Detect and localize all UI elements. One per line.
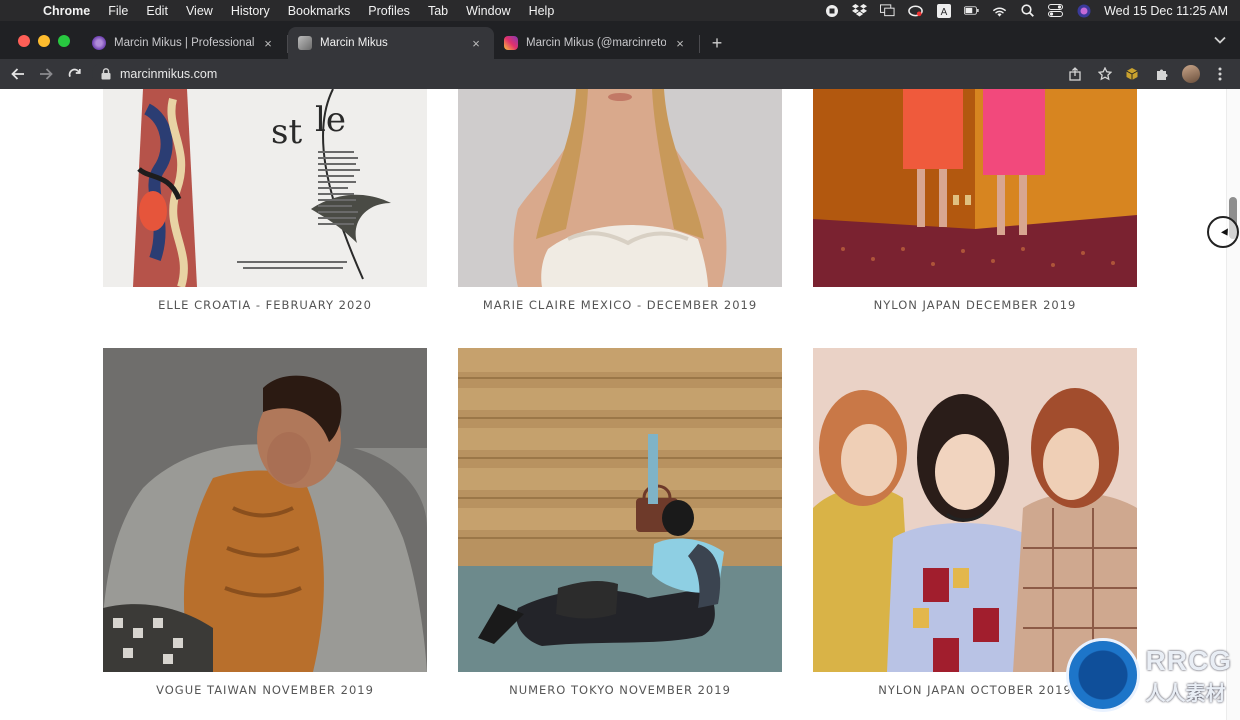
close-tab-icon[interactable]: × [672, 36, 688, 51]
omnibox-actions [1066, 64, 1114, 84]
gallery-caption[interactable]: MARIE CLAIRE MEXICO - DECEMBER 2019 [458, 298, 782, 312]
menu-tab[interactable]: Tab [419, 4, 457, 18]
close-window-button[interactable] [18, 35, 30, 47]
siri-icon[interactable] [1076, 3, 1091, 18]
menu-edit[interactable]: Edit [137, 4, 177, 18]
tab-title: Marcin Mikus (@marcinretouc [526, 37, 666, 49]
gallery-caption[interactable]: VOGUE TAIWAN NOVEMBER 2019 [103, 683, 427, 697]
vertical-scrollbar[interactable] [1226, 89, 1240, 720]
magazine-photo[interactable] [103, 348, 427, 672]
menu-app-name[interactable]: Chrome [34, 4, 99, 18]
record-icon[interactable] [824, 3, 839, 18]
gallery-item-nylon-japan-october[interactable]: NYLON JAPAN OCTOBER 2019 [813, 348, 1137, 697]
gallery-item-nylon-japan-december[interactable]: NYLON JAPAN DECEMBER 2019 [813, 89, 1137, 312]
magazine-photo[interactable] [813, 89, 1137, 287]
new-tab-button[interactable]: + [707, 33, 727, 53]
close-tab-icon[interactable]: × [468, 36, 484, 51]
menu-profiles[interactable]: Profiles [359, 4, 419, 18]
gallery-caption[interactable]: ELLE CROATIA - FEBRUARY 2020 [103, 298, 427, 312]
watermark-line2: 人人素材 [1145, 682, 1226, 705]
menu-history[interactable]: History [222, 4, 279, 18]
menubar-clock[interactable]: Wed 15 Dec 11:25 AM [1104, 4, 1228, 18]
control-center-icon[interactable] [1048, 3, 1064, 18]
site-favicon-icon [92, 36, 106, 50]
watermark-text: RRCG 人人素材 [1146, 645, 1232, 706]
minimize-window-button[interactable] [38, 35, 50, 47]
svg-text:A: A [940, 7, 947, 18]
gallery-item-numero-tokyo[interactable]: NUMERO TOKYO NOVEMBER 2019 [458, 348, 782, 697]
menu-view[interactable]: View [177, 4, 222, 18]
watermark-line1: RRCG [1145, 644, 1232, 676]
svg-text:le: le [315, 100, 346, 140]
window-controls [18, 35, 70, 47]
tab-divider [699, 35, 700, 53]
menu-file[interactable]: File [99, 4, 137, 18]
creative-cloud-icon[interactable] [908, 3, 923, 18]
forward-arrow-icon[interactable] [32, 61, 60, 87]
screen-mirror-icon[interactable] [880, 3, 895, 18]
address-bar[interactable]: marcinmikus.com [92, 61, 1122, 87]
menu-window[interactable]: Window [457, 4, 519, 18]
magazine-photo[interactable] [813, 348, 1137, 672]
tab-title: Marcin Mikus | Professional Re [114, 37, 254, 49]
macos-menu-bar: Chrome File Edit View History Bookmarks … [0, 0, 1240, 21]
share-icon[interactable] [1066, 64, 1084, 84]
gallery-caption[interactable]: NYLON JAPAN DECEMBER 2019 [813, 298, 1137, 312]
status-area: A Wed 15 Dec 11:25 AM [824, 0, 1228, 21]
instagram-icon [504, 36, 518, 50]
tab-marcin-mikus[interactable]: Marcin Mikus × [288, 27, 494, 59]
gallery-item-marie-claire-mexico[interactable]: MARIE CLAIRE MEXICO - DECEMBER 2019 [458, 89, 782, 312]
menu-bookmarks[interactable]: Bookmarks [279, 4, 360, 18]
zoom-window-button[interactable] [58, 35, 70, 47]
chrome-menu-icon[interactable] [1210, 63, 1230, 85]
url-text[interactable]: marcinmikus.com [120, 67, 217, 81]
extensions-puzzle-icon[interactable] [1152, 63, 1172, 85]
magazine-photo[interactable] [458, 348, 782, 672]
magazine-photo[interactable]: st le [103, 89, 427, 287]
extension-cube-icon[interactable] [1122, 63, 1142, 85]
wifi-icon[interactable] [992, 3, 1007, 18]
tab-instagram[interactable]: Marcin Mikus (@marcinretouc × [494, 27, 698, 59]
close-tab-icon[interactable]: × [260, 36, 276, 51]
gallery-item-elle-croatia[interactable]: st le ELLE CROATIA - FEBRUARY 2020 [103, 89, 427, 312]
profile-avatar[interactable] [1182, 65, 1200, 83]
dropbox-icon[interactable] [852, 3, 868, 18]
spotlight-search-icon[interactable] [1020, 3, 1035, 18]
tab-title: Marcin Mikus [320, 37, 388, 49]
tab-marcin-mikus-professional[interactable]: Marcin Mikus | Professional Re × [82, 27, 286, 59]
watermark-logo [1065, 638, 1140, 712]
bookmark-star-icon[interactable] [1096, 64, 1114, 84]
back-arrow-icon[interactable] [4, 61, 32, 87]
gallery-item-vogue-taiwan[interactable]: VOGUE TAIWAN NOVEMBER 2019 [103, 348, 427, 697]
magazine-photo[interactable] [458, 89, 782, 287]
battery-icon[interactable] [964, 3, 979, 18]
browser-toolbar: marcinmikus.com [0, 59, 1240, 89]
browser-tab-strip: Marcin Mikus | Professional Re × Marcin … [0, 21, 1240, 59]
menu-help[interactable]: Help [520, 4, 564, 18]
keyboard-input-icon[interactable]: A [936, 3, 951, 18]
page-viewport: st le ELLE CROATIA - FEBRUARY 2020 MARIE… [0, 89, 1240, 720]
watermark-overlay: RRCG 人人素材 [1065, 638, 1232, 712]
reload-icon[interactable] [60, 61, 88, 87]
svg-text:st: st [271, 112, 302, 152]
site-favicon-icon [298, 36, 312, 50]
lock-icon[interactable] [98, 66, 114, 82]
gallery-caption[interactable]: NUMERO TOKYO NOVEMBER 2019 [458, 683, 782, 697]
tab-search-chevron-icon[interactable] [1214, 35, 1228, 49]
toolbar-actions [1122, 63, 1230, 85]
